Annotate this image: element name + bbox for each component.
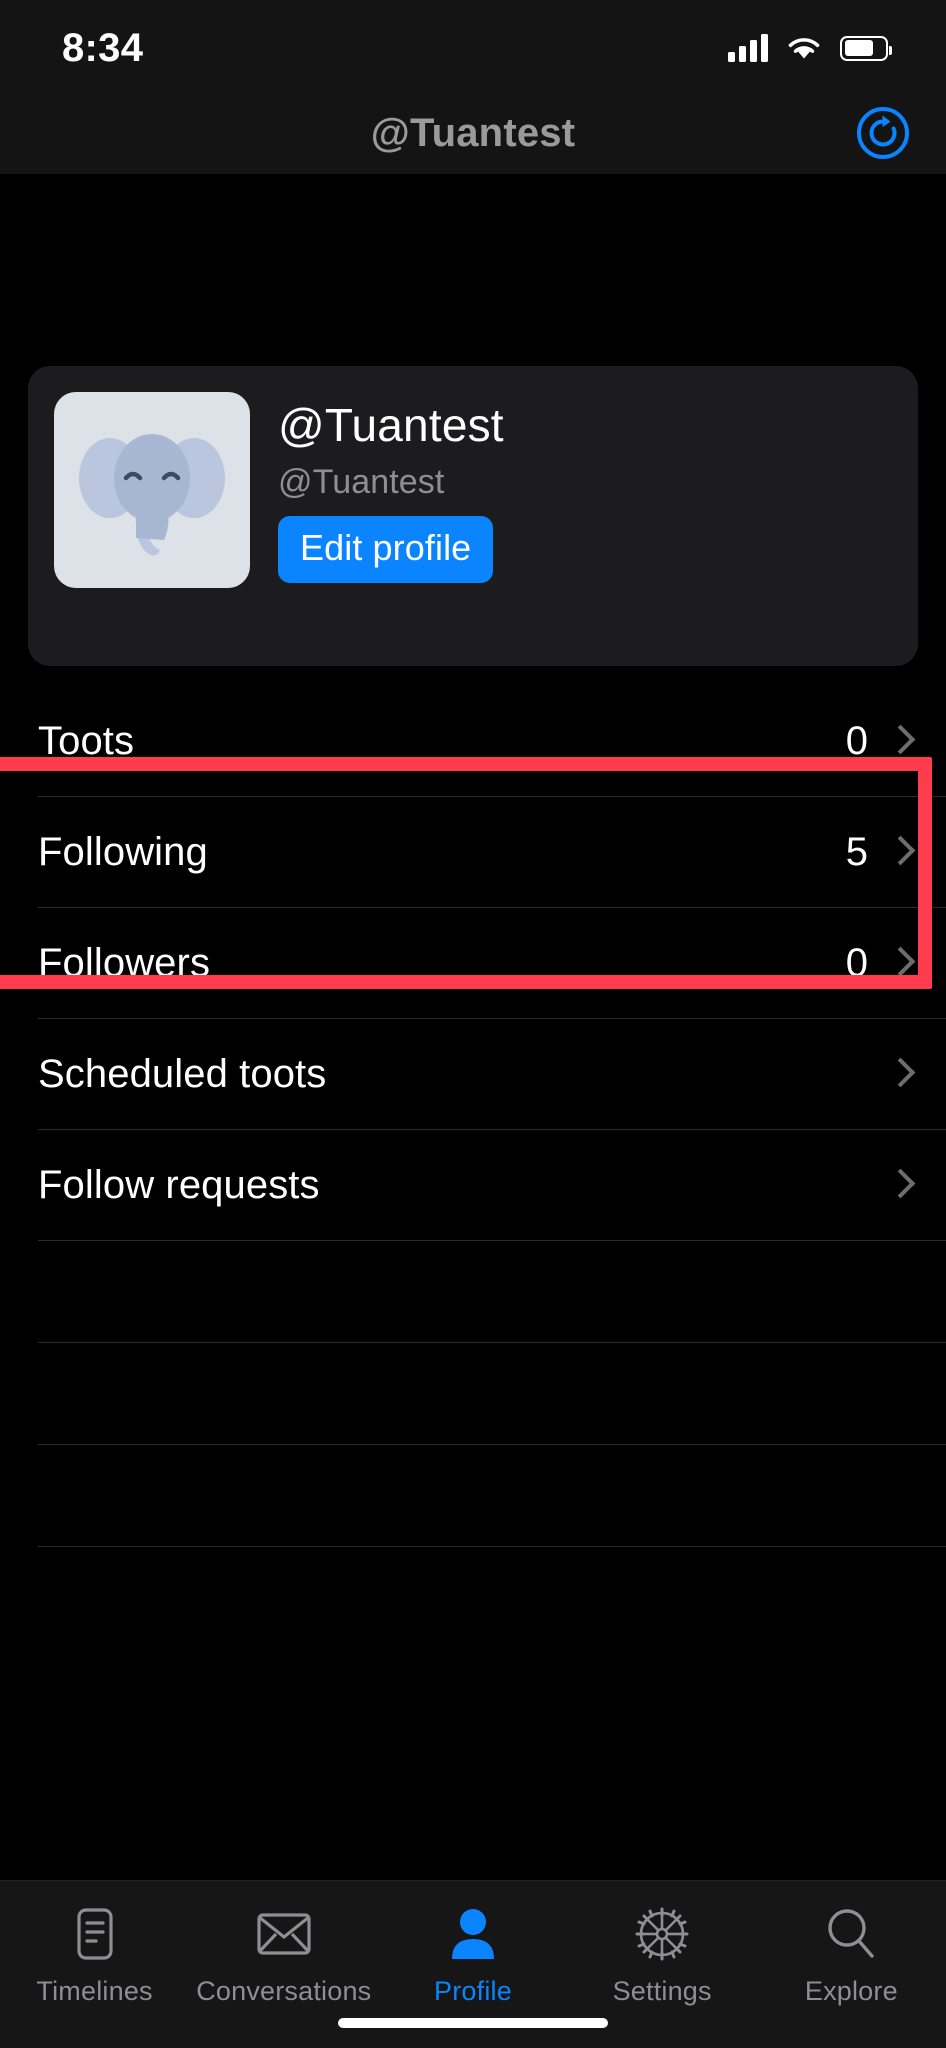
main-content: @Tuantest @Tuantest Edit profile Toots 0… [0,174,946,2048]
page-title: @Tuantest [370,110,576,155]
tab-label: Settings [612,1976,712,2006]
list-item [0,1241,946,1343]
divider [38,1545,946,1547]
list-item-trailing [890,1059,908,1091]
list-item-label: Following [38,830,208,874]
app-screen: 8:34 @Tuantest @Tuantest @Tuantest Edit … [0,0,946,2048]
list-item-followers[interactable]: Followers 0 [0,908,946,1019]
list-item-trailing: 5 [846,830,908,875]
cellular-signal-icon [728,34,768,62]
status-icons [728,34,892,62]
list-item-label: Toots [38,719,135,763]
navigation-bar: @Tuantest [0,92,946,174]
tab-timelines[interactable]: Timelines [2,1903,187,2007]
profile-card: @Tuantest @Tuantest Edit profile [28,366,918,666]
list-item [0,1343,946,1445]
profile-menu-list: Toots 0 Following 5 Followers 0 Schedule… [0,686,946,1547]
list-item-toots[interactable]: Toots 0 [0,686,946,797]
profile-meta: @Tuantest @Tuantest Edit profile [278,392,504,583]
search-icon [825,1903,877,1965]
list-item-label: Scheduled toots [38,1052,327,1096]
chevron-right-icon [890,726,908,758]
battery-icon [840,35,892,61]
list-item-trailing [890,1170,908,1202]
timelines-icon [73,1903,117,1965]
list-item-scheduled-toots[interactable]: Scheduled toots [0,1019,946,1130]
envelope-icon [255,1903,313,1965]
tab-label: Explore [804,1976,898,2006]
list-item-value: 0 [845,719,868,763]
chevron-right-icon [890,837,908,869]
list-item [0,1445,946,1547]
list-item-label: Followers [38,941,211,985]
person-icon [449,1903,497,1965]
tab-label: Profile [434,1976,512,2006]
tab-profile[interactable]: Profile [380,1903,565,2007]
tab-label: Timelines [36,1976,153,2006]
refresh-icon[interactable] [852,102,914,164]
display-name: @Tuantest [278,399,504,451]
gear-icon [634,1903,690,1965]
edit-profile-button[interactable]: Edit profile [278,515,494,583]
list-item-value: 0 [845,941,868,985]
wifi-icon [788,38,820,59]
account-handle: @Tuantest [278,462,445,501]
list-item-trailing: 0 [846,719,908,764]
list-item-label: Follow requests [38,1163,320,1207]
list-item-following[interactable]: Following 5 [0,797,946,908]
list-item-value: 5 [845,830,868,874]
tab-settings[interactable]: Settings [570,1903,755,2007]
elephant-avatar[interactable] [54,392,250,588]
status-bar: 8:34 [0,0,946,92]
tab-label: Conversations [196,1976,372,2006]
chevron-right-icon [890,1059,908,1091]
chevron-right-icon [890,1170,908,1202]
home-indicator [338,2018,608,2028]
chevron-right-icon [890,948,908,980]
list-item-follow-requests[interactable]: Follow requests [0,1130,946,1241]
status-time: 8:34 [62,25,144,70]
list-item-trailing: 0 [846,941,908,986]
tab-conversations[interactable]: Conversations [191,1903,376,2007]
tab-explore[interactable]: Explore [759,1903,944,2007]
